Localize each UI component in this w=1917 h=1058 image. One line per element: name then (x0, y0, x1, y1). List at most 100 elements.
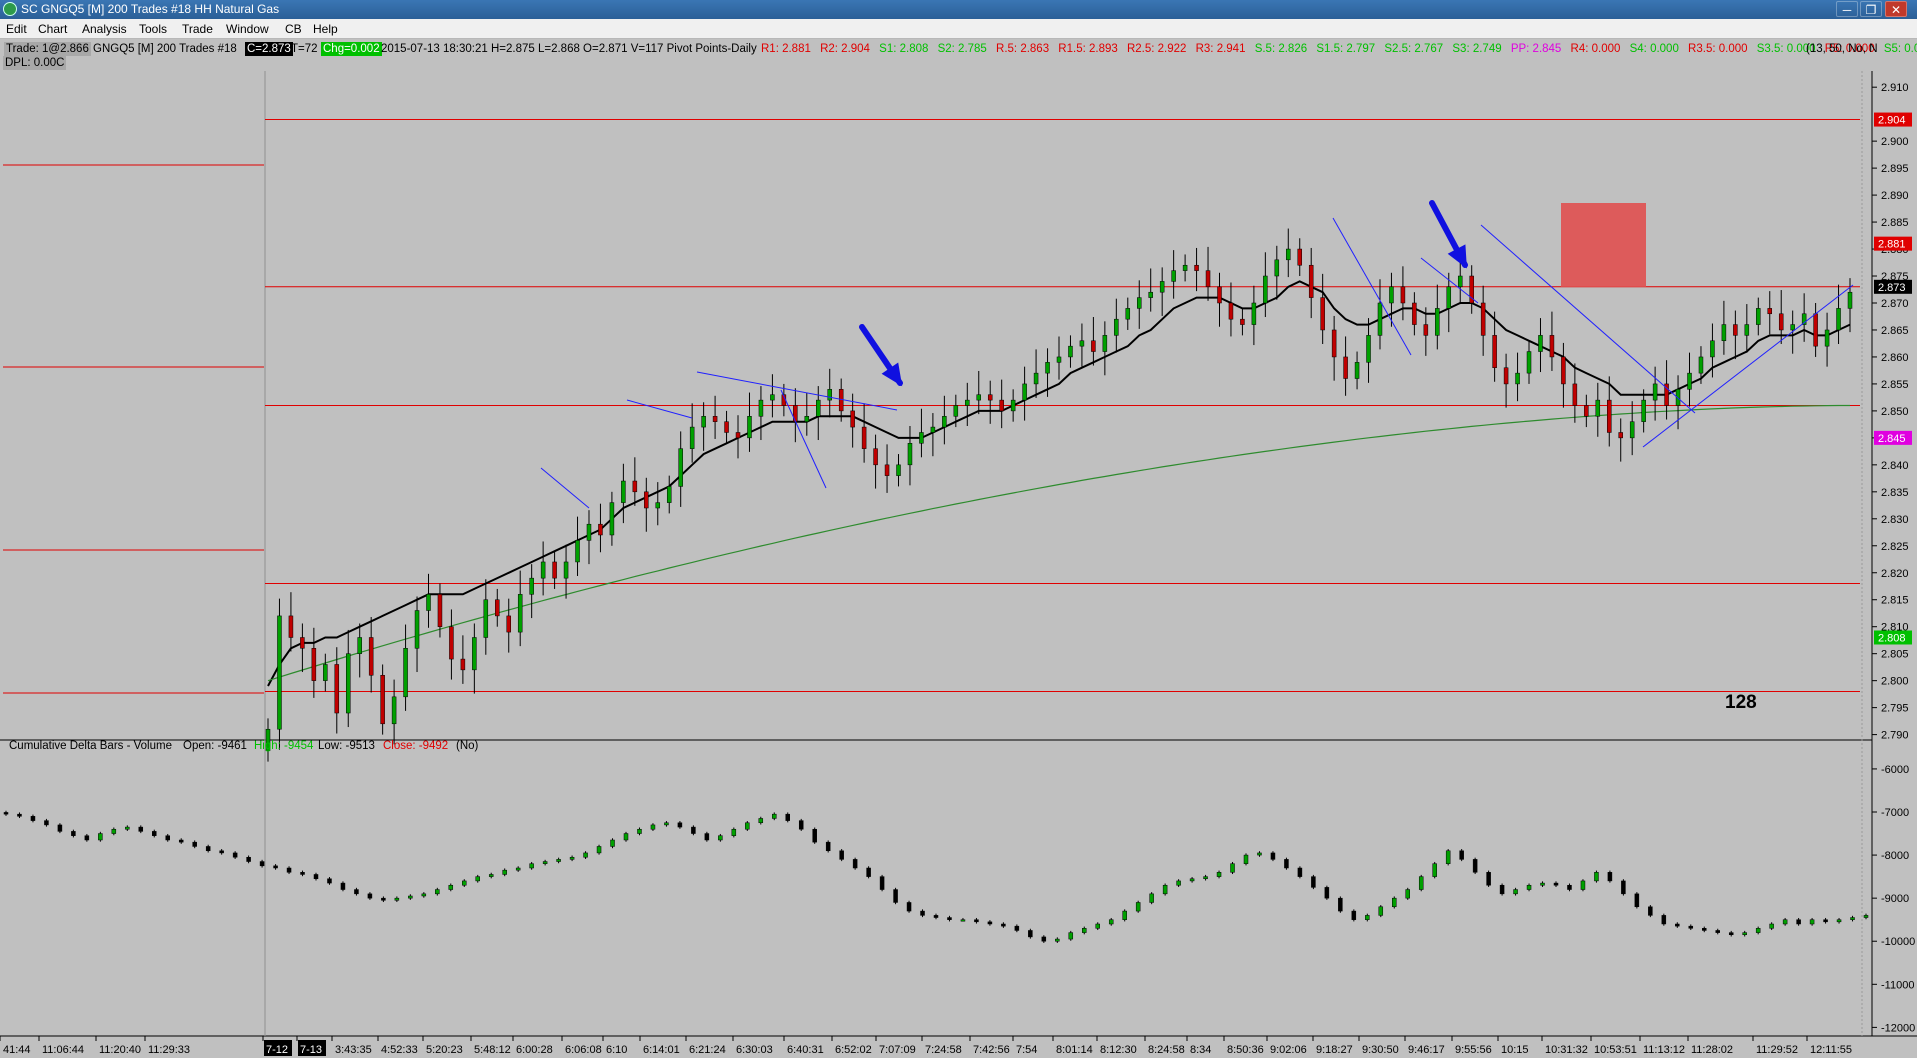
time-tick-label: 6:06:08 (565, 1044, 602, 1056)
candle-body (1331, 329, 1337, 358)
candle-body (495, 599, 500, 617)
candle-body (816, 399, 821, 417)
candle-body (655, 502, 661, 509)
delta-bar (1432, 863, 1437, 877)
time-tick-label: 11:13:12 (1643, 1044, 1685, 1056)
delta-bar (1796, 919, 1801, 925)
delta-bar (825, 841, 831, 852)
delta-bar (1068, 932, 1074, 940)
time-tick-label: 11:29:33 (148, 1044, 190, 1056)
candle-body (1091, 340, 1096, 352)
candle-body (483, 599, 489, 638)
candle-body (896, 464, 901, 476)
candle-body (930, 426, 936, 433)
candle-body (644, 491, 649, 509)
candle-body (919, 432, 924, 444)
candle-body (311, 648, 317, 681)
delta-bar (947, 917, 952, 920)
delta-bar (1108, 919, 1114, 925)
delta-bar (3, 812, 9, 815)
delta-bar (1836, 919, 1842, 923)
delta-bar (920, 910, 925, 916)
candle-body (701, 416, 706, 428)
candle-body (345, 653, 351, 714)
time-tick-label: 5:20:23 (426, 1044, 463, 1056)
candle-body (758, 399, 764, 417)
candle-body (1400, 286, 1406, 304)
candle-body (873, 448, 878, 466)
delta-bar (556, 859, 561, 862)
delta-bar (1540, 882, 1545, 886)
price-candles (265, 228, 1853, 762)
delta-bar (205, 846, 211, 852)
delta-bar (1513, 889, 1518, 895)
candle-body (368, 637, 374, 676)
delta-bar (1162, 884, 1168, 895)
candle-body (735, 432, 741, 439)
candle-body (1148, 291, 1153, 298)
time-tick-label: 4:52:33 (381, 1044, 418, 1056)
price-tick-label: 2.910 (1881, 82, 1909, 94)
time-tick-label: 3:43:35 (335, 1044, 372, 1056)
delta-bar (1782, 919, 1788, 925)
delta-bar (98, 833, 103, 841)
trendline (540, 467, 590, 509)
time-tick-label: 10:15 (1501, 1044, 1529, 1056)
candle-body (1274, 259, 1280, 277)
delta-bar (246, 856, 251, 862)
annotation-number: 128 (1725, 692, 1757, 713)
delta-bar (435, 889, 440, 895)
candle-body (1836, 308, 1841, 331)
candle-body (1423, 324, 1429, 336)
time-tick-label: 7:54 (1016, 1044, 1037, 1056)
candle-body (1308, 264, 1314, 298)
candle-body (942, 416, 947, 428)
delta-bar (1392, 897, 1397, 908)
delta-tick-label: -10000 (1881, 936, 1915, 948)
delta-tick-label: -9000 (1881, 893, 1909, 905)
price-tick-label: 2.895 (1881, 163, 1909, 175)
candle-body (907, 443, 913, 466)
candle-body (1010, 399, 1016, 412)
candle-body (1538, 335, 1543, 352)
delta-bar (381, 897, 386, 901)
candle-body (1756, 308, 1761, 325)
candle-body (288, 615, 294, 638)
candle-body (747, 416, 752, 439)
candle-body (1205, 270, 1211, 288)
candle-body (437, 594, 443, 627)
delta-bar (394, 897, 400, 901)
price-tick-label: 2.870 (1881, 298, 1909, 310)
delta-bar (448, 884, 454, 890)
candle-body (1492, 335, 1497, 368)
delta-bar (1688, 925, 1694, 929)
candle-body (472, 637, 477, 671)
candle-body (1572, 383, 1578, 406)
delta-bar (1122, 910, 1127, 920)
cumulative-delta-bars (3, 810, 1869, 943)
delta-bar (1863, 915, 1869, 918)
price-tick-label: 2.860 (1881, 352, 1909, 364)
delta-bar (1001, 923, 1006, 927)
candle-body (1813, 313, 1818, 347)
delta-bar (1176, 880, 1181, 886)
delta-bar (1284, 859, 1289, 869)
candle-body (632, 480, 638, 493)
candle-body (724, 421, 729, 433)
candle-body (1847, 291, 1853, 309)
delta-bar (933, 915, 939, 918)
time-axis: 41:44 11:06:44 11:20:40 11:29:33 7-12 7-13 3:4… (0, 1036, 1852, 1056)
delta-bar (354, 889, 359, 895)
delta-low: Low: -9513 (318, 740, 375, 752)
delta-bar (772, 813, 777, 819)
candle-body (403, 648, 408, 698)
delta-bar (57, 824, 63, 832)
price-chart[interactable]: 2.9102.9002.8952.8902.8852.8802.8752.870… (0, 0, 1917, 1058)
candle-body (586, 523, 592, 541)
candle-body (1778, 313, 1784, 331)
delta-bar (1311, 876, 1316, 888)
delta-bar (502, 869, 507, 875)
candle-body (1412, 302, 1417, 325)
time-tick-label: 11:06:44 (42, 1044, 84, 1056)
time-tick-label: 10:31:32 (1545, 1044, 1588, 1056)
